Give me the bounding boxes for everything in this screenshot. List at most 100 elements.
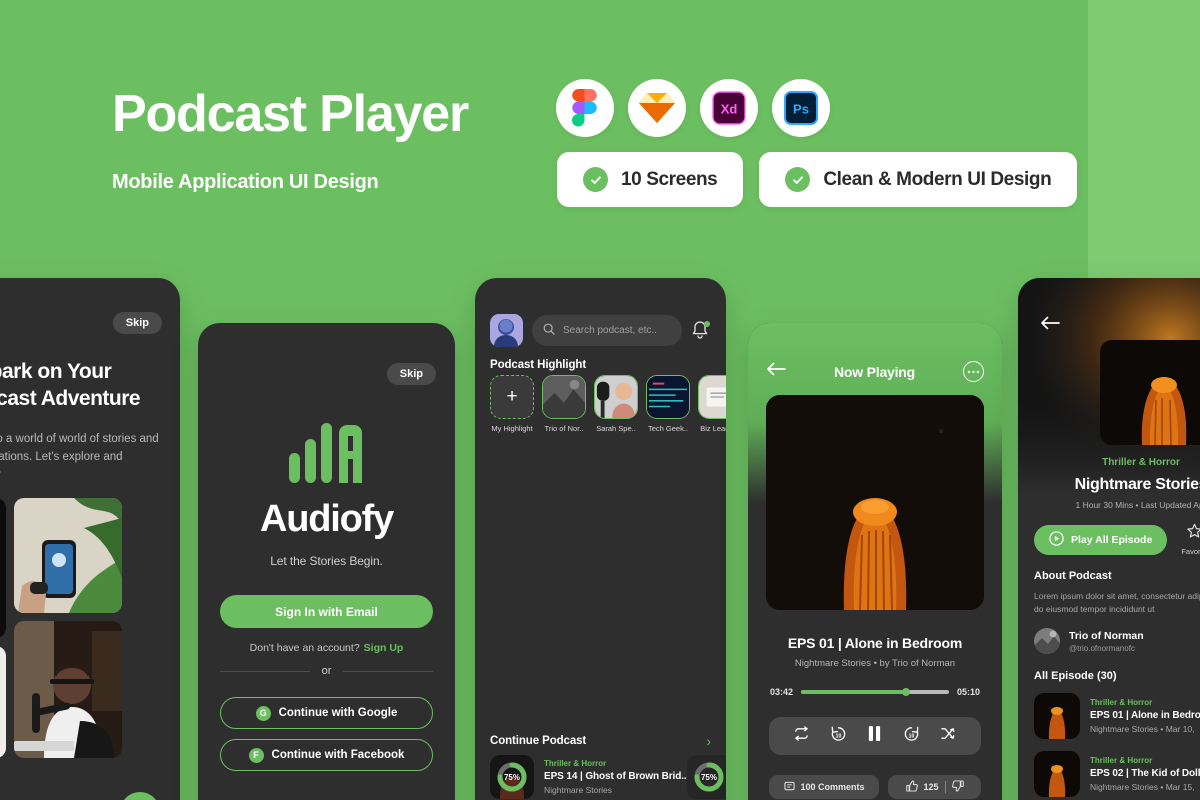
search-input[interactable]: Search podcast, etc.. bbox=[532, 315, 682, 346]
pause-button[interactable] bbox=[867, 725, 882, 747]
svg-text:Xd: Xd bbox=[721, 102, 738, 117]
favorite-button[interactable]: Favorite bbox=[1181, 523, 1200, 556]
rewind-10-button[interactable]: 10 bbox=[830, 725, 847, 747]
continue-card[interactable]: 75% Thriller & Horror EPS 14 | Ghost of … bbox=[490, 755, 687, 799]
progress-percent: 75% bbox=[700, 772, 717, 782]
continue-title: Continue Podcast bbox=[490, 735, 587, 747]
check-icon bbox=[785, 167, 811, 192]
comments-label: 100 Comments bbox=[800, 782, 865, 792]
total-time: 05:10 bbox=[956, 687, 980, 697]
continue-google-label: Continue with Google bbox=[278, 707, 398, 719]
next-button[interactable] bbox=[120, 792, 160, 800]
episode-title: EPS 01 | Alone in Bedroom bbox=[1090, 710, 1200, 721]
signin-email-button[interactable]: Sign In with Email bbox=[220, 595, 433, 628]
poster-stage: Podcast Player Mobile Application UI Des… bbox=[0, 0, 1200, 800]
now-playing-topbar: Now Playing bbox=[766, 361, 984, 382]
episode-list-item[interactable]: Thriller & Horror EPS 02 | The Kid of Do… bbox=[1034, 751, 1200, 797]
continue-facebook-button[interactable]: F Continue with Facebook bbox=[220, 739, 433, 771]
podcast-cover bbox=[1100, 340, 1200, 445]
favorite-label: Favorite bbox=[1181, 547, 1200, 556]
continue-card-next[interactable]: 75% bbox=[687, 755, 726, 799]
signup-link[interactable]: Sign Up bbox=[364, 642, 404, 654]
highlight-item[interactable]: Sarah Spe.. bbox=[594, 375, 638, 433]
now-playing-title: Now Playing bbox=[833, 363, 916, 380]
play-circle-icon bbox=[1049, 530, 1064, 549]
highlight-add-item[interactable]: + My Highlight bbox=[490, 375, 534, 433]
divider: or bbox=[220, 665, 433, 677]
skip-button[interactable]: Skip bbox=[112, 312, 162, 334]
svg-text:Ps: Ps bbox=[793, 102, 809, 117]
thumbs-up-icon[interactable] bbox=[905, 780, 918, 794]
comment-icon bbox=[783, 781, 795, 794]
divider-line bbox=[343, 670, 433, 672]
episode-list-item[interactable]: Thriller & Horror EPS 01 | Alone in Bedr… bbox=[1034, 693, 1200, 739]
comments-button[interactable]: 100 Comments bbox=[769, 775, 880, 799]
collage-photo-phone-plant bbox=[14, 498, 122, 613]
onboarding-title: Embark on Your Podcast Adventure bbox=[0, 360, 141, 410]
now-playing-footer: 100 Comments 125 bbox=[769, 775, 981, 799]
episode-thumbnail bbox=[1034, 693, 1080, 739]
back-button[interactable] bbox=[766, 362, 786, 381]
user-avatar[interactable] bbox=[490, 314, 523, 347]
seek-track[interactable] bbox=[801, 688, 949, 696]
category-label: Thriller & Horror bbox=[1090, 756, 1153, 765]
episode-meta: Nightmare Stories • Mar 10, bbox=[1090, 724, 1195, 734]
highlight-label: My Highlight bbox=[491, 424, 533, 433]
check-icon bbox=[583, 167, 608, 192]
badge-screens-label: 10 Screens bbox=[621, 168, 718, 190]
category-label: Thriller & Horror bbox=[1102, 457, 1180, 468]
highlight-item[interactable]: Tech Geek.. bbox=[646, 375, 690, 433]
show-name: Nightmare Stories bbox=[544, 785, 613, 795]
collage-photo-hand bbox=[0, 646, 6, 758]
host-row[interactable]: Trio of Norman @trio.ofnormanofc bbox=[1034, 628, 1144, 654]
back-button[interactable] bbox=[1040, 316, 1060, 335]
play-all-label: Play All Episode bbox=[1071, 533, 1153, 546]
skip-button[interactable]: Skip bbox=[386, 363, 436, 385]
highlight-thumbnail bbox=[698, 375, 726, 419]
host-name: Trio of Norman bbox=[1069, 629, 1144, 642]
sketch-icon bbox=[628, 79, 686, 137]
highlight-item[interactable]: Trio of Nor.. bbox=[542, 375, 586, 433]
brand-block: Audiofy Let the Stories Begin. bbox=[198, 423, 455, 568]
elapsed-time: 03:42 bbox=[770, 687, 794, 697]
page-subtitle: Mobile Application UI Design bbox=[112, 171, 379, 193]
badge-design: Clean & Modern UI Design bbox=[759, 152, 1078, 207]
play-all-button[interactable]: Play All Episode bbox=[1034, 524, 1168, 555]
seek-bar[interactable]: 03:42 05:10 bbox=[770, 687, 980, 697]
about-title: About Podcast bbox=[1034, 570, 1112, 582]
episode-title: EPS 02 | The Kid of Doll bbox=[1090, 768, 1200, 779]
more-options-icon[interactable] bbox=[962, 361, 984, 382]
notification-bell-icon[interactable] bbox=[691, 320, 711, 342]
host-info: Trio of Norman @trio.ofnormanofc bbox=[1069, 630, 1144, 653]
thumbs-down-icon[interactable] bbox=[951, 780, 964, 794]
screen-home: Search podcast, etc.. Podcast Highlight … bbox=[475, 278, 726, 800]
repeat-button[interactable] bbox=[793, 726, 810, 746]
highlight-label: Biz Leader.. bbox=[700, 424, 726, 433]
host-handle: @trio.ofnormanofc bbox=[1069, 643, 1135, 653]
playback-controls: 10 10 bbox=[769, 717, 981, 755]
seek-knob[interactable] bbox=[902, 688, 911, 696]
svg-text:10: 10 bbox=[836, 733, 842, 739]
shuffle-button[interactable] bbox=[940, 726, 957, 746]
podcast-meta: 1 Hour 30 Mins • Last Updated Apr bbox=[1075, 500, 1200, 510]
reaction-group: 125 bbox=[888, 775, 981, 799]
category-label: Thriller & Horror bbox=[1090, 698, 1153, 707]
tool-icon-list: Xd Ps bbox=[556, 79, 830, 137]
highlight-section-header: Podcast Highlight bbox=[490, 359, 711, 371]
highlight-item[interactable]: Biz Leader.. bbox=[698, 375, 726, 433]
continue-section-header: Continue Podcast › bbox=[490, 734, 711, 748]
forward-10-button[interactable]: 10 bbox=[903, 725, 920, 747]
adobe-xd-icon: Xd bbox=[700, 79, 758, 137]
brand-name: Audiofy bbox=[259, 498, 394, 540]
podcast-name: Nightmare Stories bbox=[1074, 476, 1200, 493]
likes-count: 125 bbox=[923, 782, 939, 792]
detail-actions: Play All Episode Favorite bbox=[1034, 523, 1200, 556]
highlight-title: Podcast Highlight bbox=[490, 359, 587, 371]
divider-label: or bbox=[321, 665, 332, 677]
host-avatar bbox=[1034, 628, 1060, 654]
continue-google-button[interactable]: G Continue with Google bbox=[220, 697, 433, 729]
all-episodes-title: All Episode (30) bbox=[1034, 670, 1117, 682]
chevron-right-icon[interactable]: › bbox=[706, 734, 711, 748]
progress-percent: 75% bbox=[503, 772, 520, 782]
highlight-thumbnail bbox=[646, 375, 690, 419]
